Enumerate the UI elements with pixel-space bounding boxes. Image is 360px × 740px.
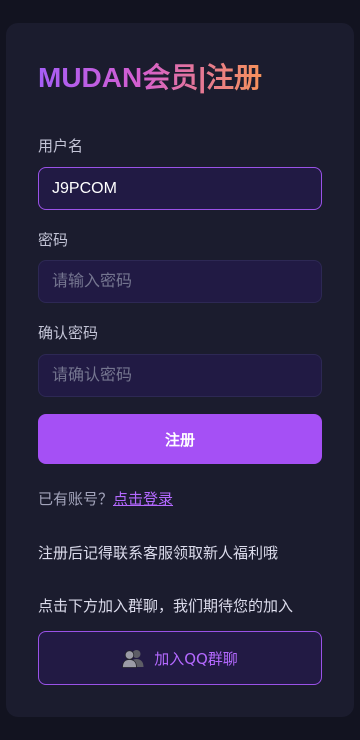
register-card: MUDAN会员|注册 用户名 密码 确认密码 注册 已有账号？点击登录 注册后记… (6, 23, 354, 717)
page-title: MUDAN会员|注册 (38, 60, 262, 96)
join-qq-group-button[interactable]: 加入QQ群聊 (38, 631, 322, 685)
username-label: 用户名 (38, 137, 84, 155)
group-note: 点击下方加入群聊，我们期待您的加入 (38, 597, 294, 615)
password-label: 密码 (38, 231, 69, 249)
login-prompt: 已有账号？点击登录 (38, 489, 173, 509)
confirm-password-input[interactable] (38, 354, 322, 397)
login-prompt-text: 已有账号？ (38, 490, 114, 508)
login-link[interactable]: 点击登录 (113, 490, 173, 508)
register-button[interactable]: 注册 (38, 414, 322, 464)
welfare-note: 注册后记得联系客服领取新人福利哦 (38, 544, 279, 562)
confirm-password-label: 确认密码 (38, 324, 99, 342)
username-input[interactable] (38, 167, 322, 210)
password-input[interactable] (38, 260, 322, 303)
join-qq-group-label: 加入QQ群聊 (154, 649, 238, 668)
group-users-icon (122, 648, 144, 668)
